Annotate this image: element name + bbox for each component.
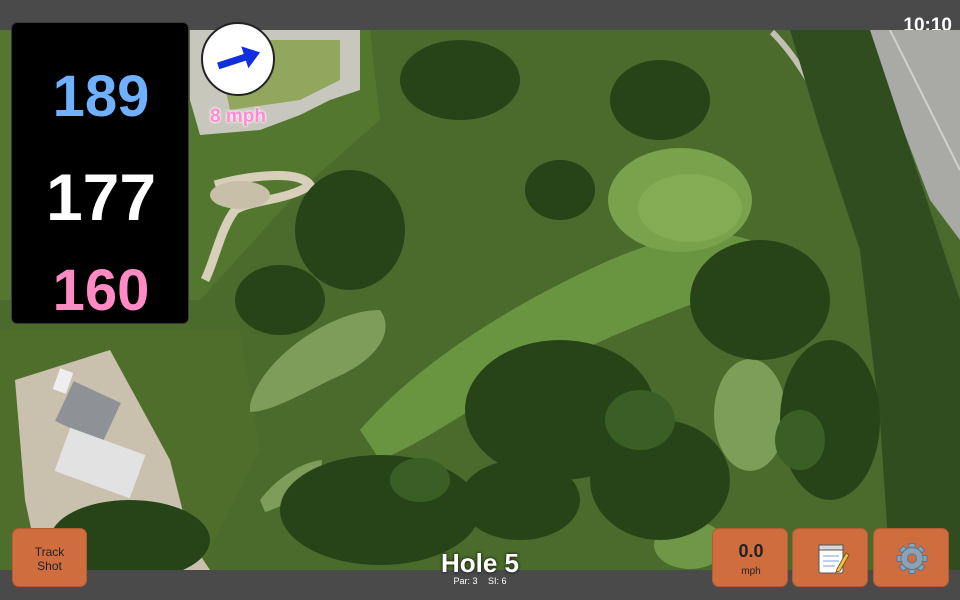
settings-button[interactable] xyxy=(873,528,949,587)
speed-value: 0.0 xyxy=(738,541,764,561)
back-yardage: 189 xyxy=(52,64,150,129)
speed-unit: mph xyxy=(741,566,761,577)
gear-icon xyxy=(896,543,928,574)
notepad-icon xyxy=(818,544,850,574)
middle-yardage: 177 xyxy=(45,160,157,234)
front-yardage: 160 xyxy=(52,258,150,323)
hole-info: Par: 3 SI: 6 xyxy=(380,576,580,586)
track-shot-button[interactable]: Track Shot xyxy=(12,528,87,587)
wind-speed-label: 8 mph xyxy=(210,106,266,127)
speed-button[interactable]: 0.0 mph xyxy=(712,528,788,587)
yardage-panel: 189 177 160 xyxy=(11,22,189,324)
track-shot-label-line2: Shot xyxy=(37,559,62,573)
wind-indicator xyxy=(201,22,275,96)
arrow-right-icon xyxy=(217,46,261,70)
par-label: Par: 3 xyxy=(453,576,478,586)
scorecard-notes-button[interactable] xyxy=(792,528,868,587)
hole-title: Hole 5 xyxy=(440,548,520,578)
track-shot-label-line1: Track xyxy=(34,545,65,559)
stroke-index-label: SI: 6 xyxy=(488,576,507,586)
